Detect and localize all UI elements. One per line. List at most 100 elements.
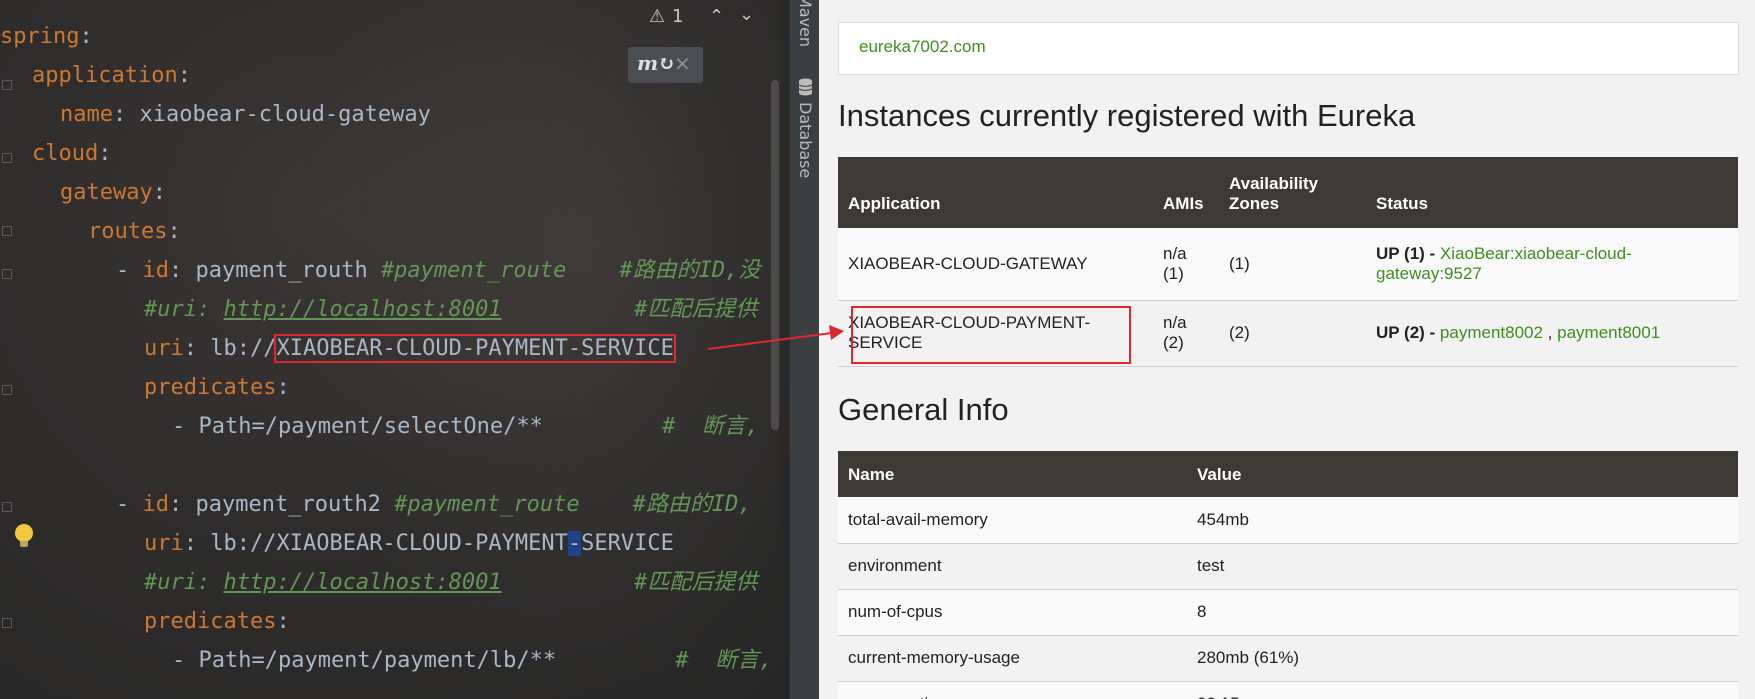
code-url-link[interactable]: http://localhost:8001 [223,570,501,595]
code-comment: #payment_route [394,492,580,517]
code-line-11: - Path=/payment/selectOne/** # 断言, [172,408,759,446]
code-line-14: uri: lb://XIAOBEAR-CLOUD-PAYMENT-SERVICE [144,531,674,556]
code-line-15: #uri: http://localhost:8001 #匹配后提供 [144,564,757,602]
yaml-key: uri [144,531,184,556]
info-value: 00:15 [1187,681,1738,699]
code-line-6: routes: [88,219,181,244]
code-line-5: gateway: [60,180,166,205]
amis-value: n/a (2) [1153,300,1219,367]
code-comment: #路由的ID, [632,492,752,517]
fold-marker-icon[interactable] [2,80,12,90]
column-header: Application [838,157,1153,228]
instances-title: Instances currently registered with Eure… [838,98,1416,133]
info-name: environment [838,543,1187,590]
fold-marker-icon[interactable] [2,269,12,279]
column-header: Value [1187,451,1738,497]
database-icon [798,78,813,96]
fold-marker-icon[interactable] [2,385,12,395]
zones-value: (1) [1219,228,1366,301]
fold-marker-icon[interactable] [2,502,12,512]
fold-marker-icon[interactable] [2,153,12,163]
code-comment: #匹配后提供 [634,570,758,595]
app-name: XIAOBEAR-CLOUD-GATEWAY [838,228,1153,301]
maven-tool-tab[interactable]: Maven [796,0,815,47]
inspection-widget: ⚠ 1 ⌃ ⌄ [639,0,789,34]
info-value: 8 [1187,589,1738,636]
instance-link[interactable]: payment8002 [1440,323,1543,342]
code-line-2: application: [32,63,191,88]
code-url-link[interactable]: http://localhost:8001 [223,297,501,322]
editor-scrollbar[interactable] [771,80,779,430]
status-cell: UP (1) - XiaoBear:xiaobear-cloud-gateway… [1366,228,1738,301]
info-value: 454mb [1187,497,1738,544]
highlighted-service-name: XIAOBEAR-CLOUD-PAYMENT-SERVICE [274,334,676,363]
intention-bulb-icon[interactable] [15,524,33,547]
yaml-key: uri [144,336,184,361]
yaml-value: - Path=/payment/selectOne/** [172,414,543,439]
table-row: total-avail-memory 454mb [838,497,1738,544]
yaml-key: id [142,492,170,517]
column-header: Status [1366,157,1738,228]
yaml-value: xiaobear-cloud-gateway [139,102,431,127]
code-comment: #匹配后提供 [634,297,758,322]
code-editor[interactable]: spring: application: name: xiaobear-clou… [0,0,789,699]
eureka-dashboard: eureka7002.com Instances currently regis… [819,0,1755,699]
table-header-row: Name Value [838,451,1738,497]
code-comment: # 断言, [675,648,773,673]
yaml-key: application [32,63,178,88]
code-line-10: predicates: [144,375,290,400]
previous-highlight-icon[interactable]: ⌃ [709,6,724,27]
replica-link[interactable]: eureka7002.com [859,37,986,57]
fold-marker-icon[interactable] [2,618,12,628]
yaml-key: gateway [60,180,153,205]
info-value: test [1187,543,1738,590]
general-info-title: General Info [838,392,1009,427]
right-tool-strip: Maven Database [789,0,820,699]
maven-reload-popup[interactable]: m↻ ✕ [628,47,703,83]
code-line-3: name: xiaobear-cloud-gateway [60,102,431,127]
info-value: 280mb (61%) [1187,635,1738,682]
code-comment: #payment_route [380,258,567,283]
zones-value: (2) [1219,300,1366,367]
yaml-key: spring [0,24,80,49]
info-name: current-memory-usage [838,635,1187,682]
code-line-16: predicates: [144,609,290,634]
status-cell: UP (2) - payment8002 , payment8001 [1366,300,1738,367]
code-line-13: - id: payment_routh2 #payment_route #路由的… [116,492,752,517]
close-icon[interactable]: ✕ [674,52,691,76]
text-cursor-selection: - [567,531,582,556]
yaml-value: SERVICE [581,531,674,556]
amis-value: n/a (1) [1153,228,1219,301]
general-info-table: Name Value total-avail-memory 454mb envir… [838,451,1738,699]
yaml-value: payment_routh2 [195,492,381,517]
info-name: num-of-cpus [838,589,1187,636]
table-row: XIAOBEAR-CLOUD-GATEWAY n/a (1) (1) UP (1… [838,228,1738,301]
column-header: Name [838,451,1187,497]
yaml-key: predicates [144,609,277,634]
info-name: server-uptime [838,681,1187,699]
code-line-1: spring: [0,24,93,49]
maven-reload-icon[interactable]: m↻ [637,51,675,75]
table-header-row: Application AMIs Availability Zones Stat… [838,157,1738,228]
database-tool-tab[interactable]: Database [796,102,815,178]
fold-marker-icon[interactable] [2,226,12,236]
yaml-value: lb:// [210,336,277,361]
yaml-key: name [60,102,113,127]
table-row: XIAOBEAR-CLOUD-PAYMENT-SERVICE n/a (2) (… [838,300,1738,367]
next-highlight-icon[interactable]: ⌄ [739,4,754,25]
code-line-8: #uri: http://localhost:8001 #匹配后提供 [144,291,757,329]
code-line-7: - id: payment_routh #payment_route #路由的I… [116,258,761,283]
yaml-value: payment_routh [195,258,368,283]
column-header: AMIs [1153,157,1219,228]
column-header: Availability Zones [1219,157,1366,228]
table-row: current-memory-usage 280mb (61%) [838,635,1738,682]
code-comment: #路由的ID,没 [619,258,761,283]
yaml-key: routes [88,219,168,244]
status-text: UP (2) - [1376,323,1440,342]
table-row: environment test [838,543,1738,590]
code-line-17: - Path=/payment/payment/lb/** # 断言, [172,642,772,680]
yaml-key: predicates [144,375,277,400]
instance-link[interactable]: payment8001 [1557,323,1660,342]
warning-icon[interactable]: ⚠ [649,6,665,27]
code-comment: # 断言, [662,414,760,439]
